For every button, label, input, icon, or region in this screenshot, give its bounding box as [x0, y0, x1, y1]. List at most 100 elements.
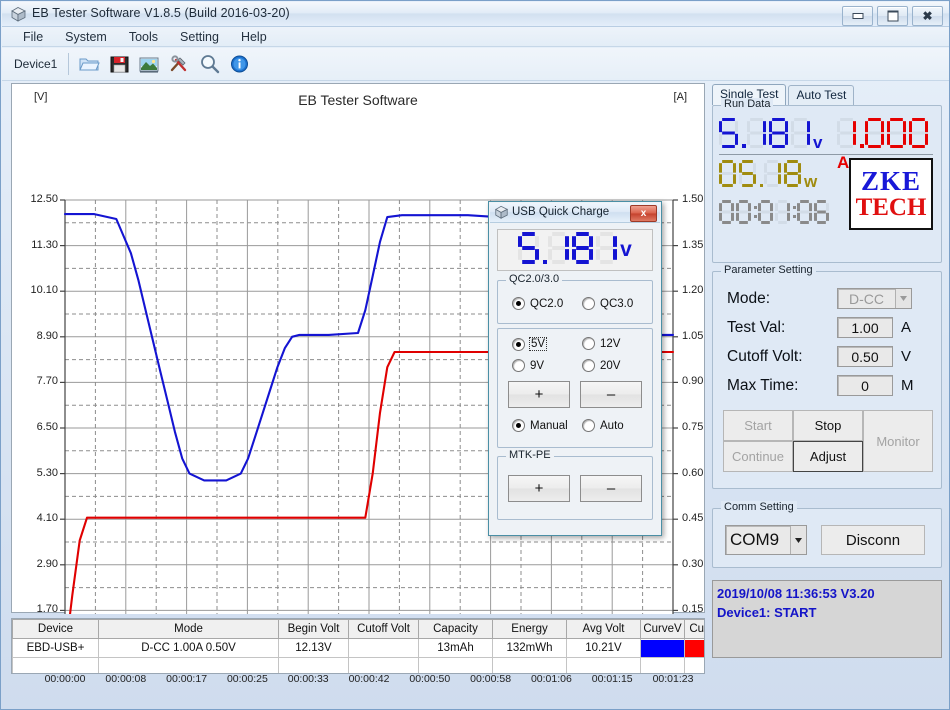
x-axis-tick-label: 00:00:33 [287, 673, 329, 685]
mode-combo[interactable]: D-CC [837, 288, 912, 309]
x-axis-tick-label: 00:00:25 [226, 673, 268, 685]
radio-20v[interactable]: 20V [582, 359, 620, 372]
zoom-icon [200, 55, 220, 74]
table-header-mode: Mode [98, 619, 279, 639]
y-axis-tick-label: 1.70 [36, 603, 58, 616]
curve-color-swatch [685, 639, 704, 657]
menu-item-file[interactable]: File [12, 28, 54, 46]
right-panel: Single Test Auto Test Run Data v A w ZKE… [712, 83, 944, 703]
table-header-curvea: CurveA [684, 619, 704, 639]
menu-item-help[interactable]: Help [230, 28, 278, 46]
table-header-curvev: CurveV [640, 619, 685, 639]
table-header-row: Device Mode Begin Volt Cutoff Volt Capacity E… [12, 619, 704, 639]
radio-manual-label: Manual [530, 419, 568, 432]
tools-icon [171, 55, 187, 72]
toolbar-device-label: Device1 [14, 57, 58, 71]
parameter-setting-legend: Parameter Setting [721, 264, 816, 276]
radio-9v[interactable]: 9V [512, 359, 544, 372]
dialog-close-button[interactable]: x [630, 205, 657, 222]
radio-auto-label: Auto [600, 419, 624, 432]
open-folder-button[interactable] [74, 50, 104, 78]
comm-setting-group: Comm Setting COM9 Disconn [712, 501, 942, 568]
run-data-legend: Run Data [721, 98, 774, 110]
radio-qc20[interactable]: QC2.0 [512, 297, 563, 310]
com-port-combo[interactable]: COM9 [725, 525, 807, 555]
minimize-button[interactable] [842, 6, 873, 26]
info-button[interactable] [224, 50, 254, 78]
max-time-unit: M [901, 377, 914, 394]
save-button[interactable] [104, 50, 134, 78]
run-data-time [719, 200, 831, 229]
table-cell-empty [418, 657, 493, 673]
table-cell-empty [492, 657, 567, 673]
window-title: EB Tester Software V1.8.5 (Build 2016-03… [32, 6, 290, 20]
test-val-input[interactable]: 1.00 [837, 317, 893, 338]
table-row[interactable]: EBD-USB+ D-CC 1.00A 0.50V 12.13V 13mAh 132mW… [12, 638, 704, 658]
logo-zke: ZKE [860, 165, 922, 196]
monitor-button[interactable]: Monitor [863, 410, 933, 472]
y-axis-tick-label: 5.30 [36, 466, 58, 479]
mtk-plus-button[interactable]: + [508, 475, 570, 502]
chevron-down-icon[interactable] [895, 289, 911, 308]
table-cell-empty [566, 657, 641, 673]
radio-12v-label: 12V [600, 337, 621, 350]
radio-icon [512, 419, 525, 432]
table-header-avg-volt: Avg Volt [566, 619, 641, 639]
maximize-button[interactable] [877, 6, 908, 26]
close-button[interactable]: ✖ [912, 6, 943, 26]
cutoff-volt-unit: V [901, 348, 912, 365]
table-header-capacity: Capacity [418, 619, 493, 639]
qc-minus-button[interactable]: – [580, 381, 642, 408]
chevron-down-icon[interactable] [790, 526, 806, 554]
radio-auto[interactable]: Auto [582, 419, 624, 432]
mtk-pe-group: MTK-PE + – [497, 449, 653, 520]
toolbar-separator [68, 53, 70, 75]
usb-quick-charge-dialog[interactable]: USB Quick Charge x v QC2.0/3.0 QC2.0 QC3… [488, 201, 662, 536]
table-row[interactable] [12, 657, 704, 673]
table-cell-empty [640, 657, 685, 673]
log-line: Device1: START [717, 605, 817, 620]
info-icon [230, 55, 248, 73]
current-unit: A [837, 153, 850, 172]
table-cell-empty [12, 657, 99, 673]
y-axis-tick-label: 6.50 [36, 421, 58, 433]
stop-button[interactable]: Stop [793, 410, 863, 441]
result-table: Device Mode Begin Volt Cutoff Volt Capacity E… [12, 619, 704, 673]
dialog-title: USB Quick Charge [512, 206, 610, 218]
tab-auto-test[interactable]: Auto Test [788, 85, 855, 105]
radio-manual[interactable]: Manual [512, 419, 568, 432]
radio-icon [582, 297, 595, 310]
log-output[interactable]: 2019/10/08 11:36:53 V3.20 Device1: START [712, 580, 942, 658]
table-cell-mode: D-CC 1.00A 0.50V [98, 638, 279, 658]
dialog-voltage-display: v [497, 229, 653, 271]
mtk-minus-button[interactable]: – [580, 475, 642, 502]
radio-12v[interactable]: 12V [582, 337, 620, 350]
power-lcd [719, 160, 804, 192]
start-button[interactable]: Start [723, 410, 793, 441]
max-time-input[interactable]: 0 [837, 375, 893, 396]
radio-5v[interactable]: 5V [512, 337, 548, 351]
radio-qc30[interactable]: QC3.0 [582, 297, 633, 310]
menu-item-setting[interactable]: Setting [169, 28, 230, 46]
image-export-button[interactable] [134, 50, 164, 78]
cube-icon [11, 7, 26, 22]
radio-qc30-label: QC3.0 [600, 297, 634, 310]
disconnect-button[interactable]: Disconn [821, 525, 925, 555]
close-icon: x [640, 208, 647, 219]
zoom-button[interactable] [194, 50, 224, 78]
continue-button[interactable]: Continue [723, 441, 793, 472]
x-axis-tick-label: 00:00:00 [44, 673, 86, 685]
tools-button[interactable] [164, 50, 194, 78]
menu-item-tools[interactable]: Tools [118, 28, 169, 46]
table-cell-curvev [640, 638, 685, 658]
menu-item-system[interactable]: System [54, 28, 118, 46]
window-controls: ✖ [842, 6, 943, 26]
open-folder-icon [79, 58, 101, 71]
cutoff-volt-input[interactable]: 0.50 [837, 346, 893, 367]
result-table-panel[interactable]: Device Mode Begin Volt Cutoff Volt Capacity E… [11, 618, 705, 674]
qc-plus-button[interactable]: + [508, 381, 570, 408]
parameter-setting-group: Parameter Setting Mode: D-CC Test Val: 1… [712, 264, 942, 489]
adjust-button[interactable]: Adjust [793, 441, 863, 472]
table-cell-empty [348, 657, 419, 673]
client-area: EB Tester Software [V] [A] 12.50 11.30 10.… [2, 82, 949, 709]
